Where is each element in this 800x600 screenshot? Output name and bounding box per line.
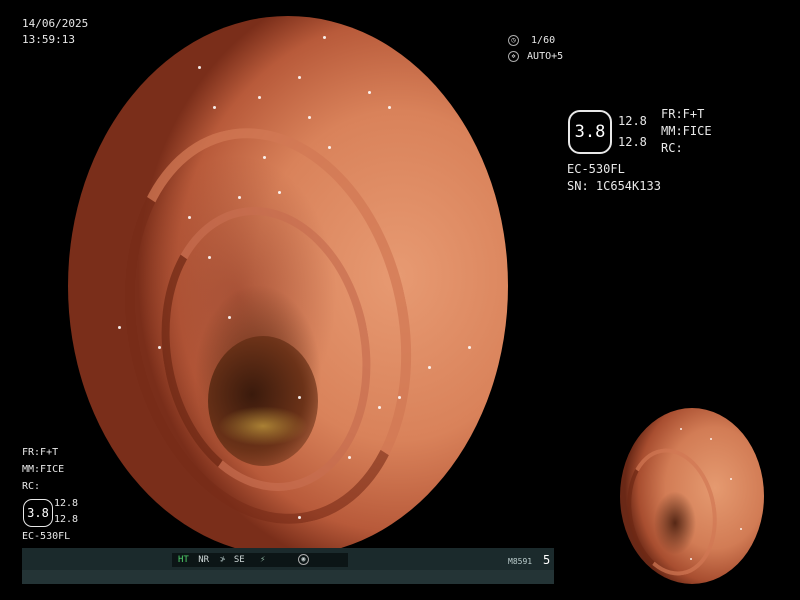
- status-bar-lower: [22, 570, 554, 584]
- nr-label: NR: [198, 555, 210, 565]
- pip-mucosal-fold: [620, 441, 727, 583]
- rc-setting: RC:: [661, 141, 683, 155]
- mm-setting: MM:FICE: [661, 124, 712, 138]
- time-readout: 13:59:13: [22, 33, 75, 46]
- capture-chip: ◉: [292, 553, 348, 567]
- scope-serial: SN: 1C654K133: [567, 179, 661, 193]
- capture-icon: ◉: [298, 554, 309, 565]
- scope-model: EC-530FL: [567, 162, 625, 176]
- flash-icon: ⚡: [260, 555, 266, 565]
- value-top: 12.8: [618, 114, 647, 128]
- auto-exposure-icon: ✲: [508, 50, 519, 62]
- ht-label: HT: [178, 555, 189, 565]
- scope-model-left: EC-530FL: [22, 531, 71, 542]
- shutter-icon: ◷: [508, 34, 519, 46]
- value-bottom: 12.8: [618, 135, 647, 149]
- exposure-readout: ✲ AUTO+5: [508, 50, 563, 64]
- se-icon: ≯: [220, 555, 226, 565]
- residue: [218, 406, 308, 446]
- value-top-left: 12.8: [54, 498, 79, 509]
- zoom-hex-badge-left: 3.8: [23, 499, 53, 527]
- fr-setting-left: FR:F+T: [22, 447, 59, 458]
- fr-setting: FR:F+T: [661, 107, 705, 121]
- endoscope-pip-view: [620, 408, 764, 584]
- status-code: M8591: [508, 557, 533, 566]
- endoscope-main-view: [68, 16, 508, 556]
- mm-setting-left: MM:FICE: [22, 464, 65, 475]
- colon-lumen: [208, 336, 318, 466]
- date-readout: 14/06/2025: [22, 17, 89, 30]
- value-bottom-left: 12.8: [54, 514, 79, 525]
- se-label: SE: [233, 555, 245, 565]
- shutter-readout: ◷ 1/60: [508, 34, 555, 48]
- status-number: 5: [543, 553, 551, 567]
- rc-setting-left: RC:: [22, 481, 41, 492]
- zoom-hex-badge: 3.8: [568, 110, 612, 154]
